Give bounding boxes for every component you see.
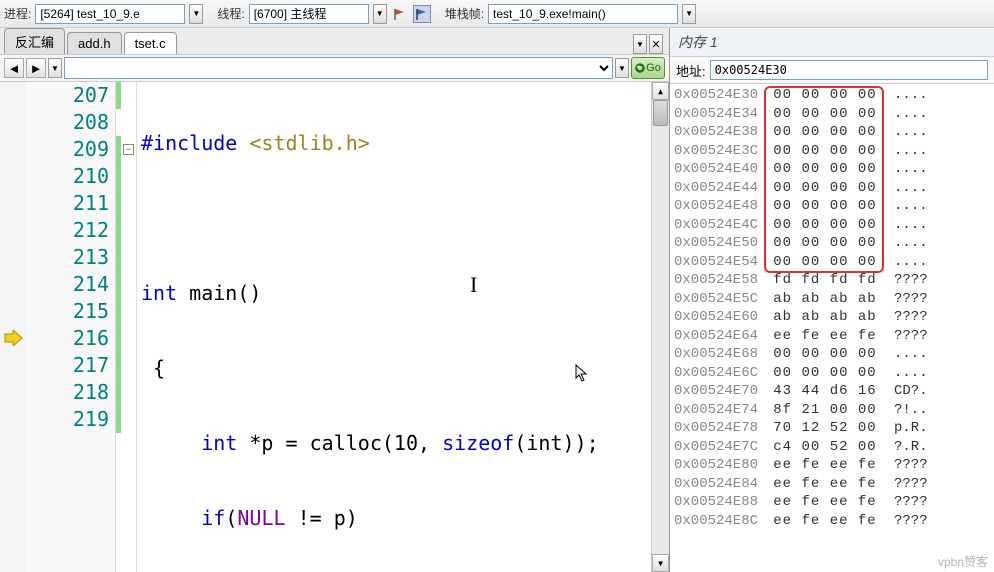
top-toolbar: 进程: ▼ 线程: ▼ 堆栈帧: ▼: [0, 0, 994, 28]
memory-row[interactable]: 0x00524E5400 00 00 00....: [674, 253, 990, 272]
memory-row[interactable]: 0x00524E64ee fe ee fe????: [674, 327, 990, 346]
memory-row[interactable]: 0x00524E4800 00 00 00....: [674, 197, 990, 216]
memory-dump[interactable]: 0x00524E3000 00 00 00....0x00524E3400 00…: [670, 84, 994, 572]
stackframe-dropdown-icon[interactable]: ▼: [682, 4, 696, 24]
memory-row[interactable]: 0x00524E3000 00 00 00....: [674, 86, 990, 105]
watermark: vpbn赞客: [938, 553, 988, 570]
tab-add-h[interactable]: add.h: [67, 32, 122, 54]
memory-title: 内存 1: [670, 28, 994, 57]
thread-label: 线程:: [217, 5, 244, 22]
line-number-gutter: 207 208 209 210 211 212 213 214 215 216 …: [26, 82, 116, 572]
scroll-thumb[interactable]: [653, 100, 668, 126]
memory-row[interactable]: 0x00524E3800 00 00 00....: [674, 123, 990, 142]
tab-list-dropdown-icon[interactable]: ▼: [633, 34, 647, 54]
memory-row[interactable]: 0x00524E3C00 00 00 00....: [674, 142, 990, 161]
flag-blue-icon[interactable]: [413, 5, 431, 23]
symbol-dropdown-icon[interactable]: ▼: [615, 58, 629, 78]
memory-row[interactable]: 0x00524E84ee fe ee fe????: [674, 475, 990, 494]
memory-addr-input[interactable]: [710, 60, 988, 80]
editor-pane: 反汇编 add.h tset.c ▼ ✕ ◄ ► ▼ ▼ Go: [0, 28, 670, 572]
fold-toggle-icon[interactable]: −: [123, 144, 134, 155]
memory-row[interactable]: 0x00524E7870 12 52 00p.R.: [674, 419, 990, 438]
memory-row[interactable]: 0x00524E748f 21 00 00?!..: [674, 401, 990, 420]
memory-row[interactable]: 0x00524E7Cc4 00 52 00?.R.: [674, 438, 990, 457]
editor-tabs: 反汇编 add.h tset.c ▼ ✕: [0, 28, 669, 54]
memory-row[interactable]: 0x00524E60ab ab ab ab????: [674, 308, 990, 327]
code-editor[interactable]: 207 208 209 210 211 212 213 214 215 216 …: [0, 82, 669, 572]
nav-back-icon[interactable]: ◄: [4, 58, 24, 78]
stackframe-label: 堆栈帧:: [445, 5, 484, 22]
process-dropdown-icon[interactable]: ▼: [189, 4, 203, 24]
memory-row[interactable]: 0x00524E4C00 00 00 00....: [674, 216, 990, 235]
nav-forward-icon[interactable]: ►: [26, 58, 46, 78]
memory-row[interactable]: 0x00524E7043 44 d6 16CD?.: [674, 382, 990, 401]
execution-arrow-icon: [3, 327, 23, 351]
memory-row[interactable]: 0x00524E4000 00 00 00....: [674, 160, 990, 179]
nav-history-dropdown-icon[interactable]: ▼: [48, 58, 62, 78]
go-button[interactable]: Go: [631, 57, 665, 79]
editor-scrollbar[interactable]: ▲ ▼: [651, 82, 669, 572]
thread-dropdown-icon[interactable]: ▼: [373, 4, 387, 24]
memory-row[interactable]: 0x00524E5000 00 00 00....: [674, 234, 990, 253]
memory-row[interactable]: 0x00524E58fd fd fd fd????: [674, 271, 990, 290]
tab-disassembly[interactable]: 反汇编: [4, 28, 65, 54]
stackframe-select[interactable]: [488, 4, 678, 24]
memory-row[interactable]: 0x00524E5Cab ab ab ab????: [674, 290, 990, 309]
memory-row[interactable]: 0x00524E80ee fe ee fe????: [674, 456, 990, 475]
code-text[interactable]: #include <stdlib.h> int main() { int *p …: [137, 82, 651, 572]
memory-row[interactable]: 0x00524E6800 00 00 00....: [674, 345, 990, 364]
fold-column: −: [121, 82, 137, 572]
thread-select[interactable]: [249, 4, 369, 24]
memory-addr-label: 地址:: [676, 61, 706, 80]
memory-row[interactable]: 0x00524E6C00 00 00 00....: [674, 364, 990, 383]
memory-row[interactable]: 0x00524E8Cee fe ee fe????: [674, 512, 990, 531]
flag-red-icon[interactable]: [391, 5, 409, 23]
scroll-down-icon[interactable]: ▼: [652, 554, 669, 572]
nav-bar: ◄ ► ▼ ▼ Go: [0, 54, 669, 82]
memory-pane: 内存 1 地址: 0x00524E3000 00 00 00....0x0052…: [670, 28, 994, 572]
memory-row[interactable]: 0x00524E88ee fe ee fe????: [674, 493, 990, 512]
process-label: 进程:: [4, 5, 31, 22]
process-select[interactable]: [35, 4, 185, 24]
tab-tset-c[interactable]: tset.c: [124, 32, 177, 54]
memory-row[interactable]: 0x00524E3400 00 00 00....: [674, 105, 990, 124]
symbol-select[interactable]: [64, 57, 613, 79]
close-tab-icon[interactable]: ✕: [649, 34, 663, 54]
memory-row[interactable]: 0x00524E4400 00 00 00....: [674, 179, 990, 198]
scroll-up-icon[interactable]: ▲: [652, 82, 669, 100]
